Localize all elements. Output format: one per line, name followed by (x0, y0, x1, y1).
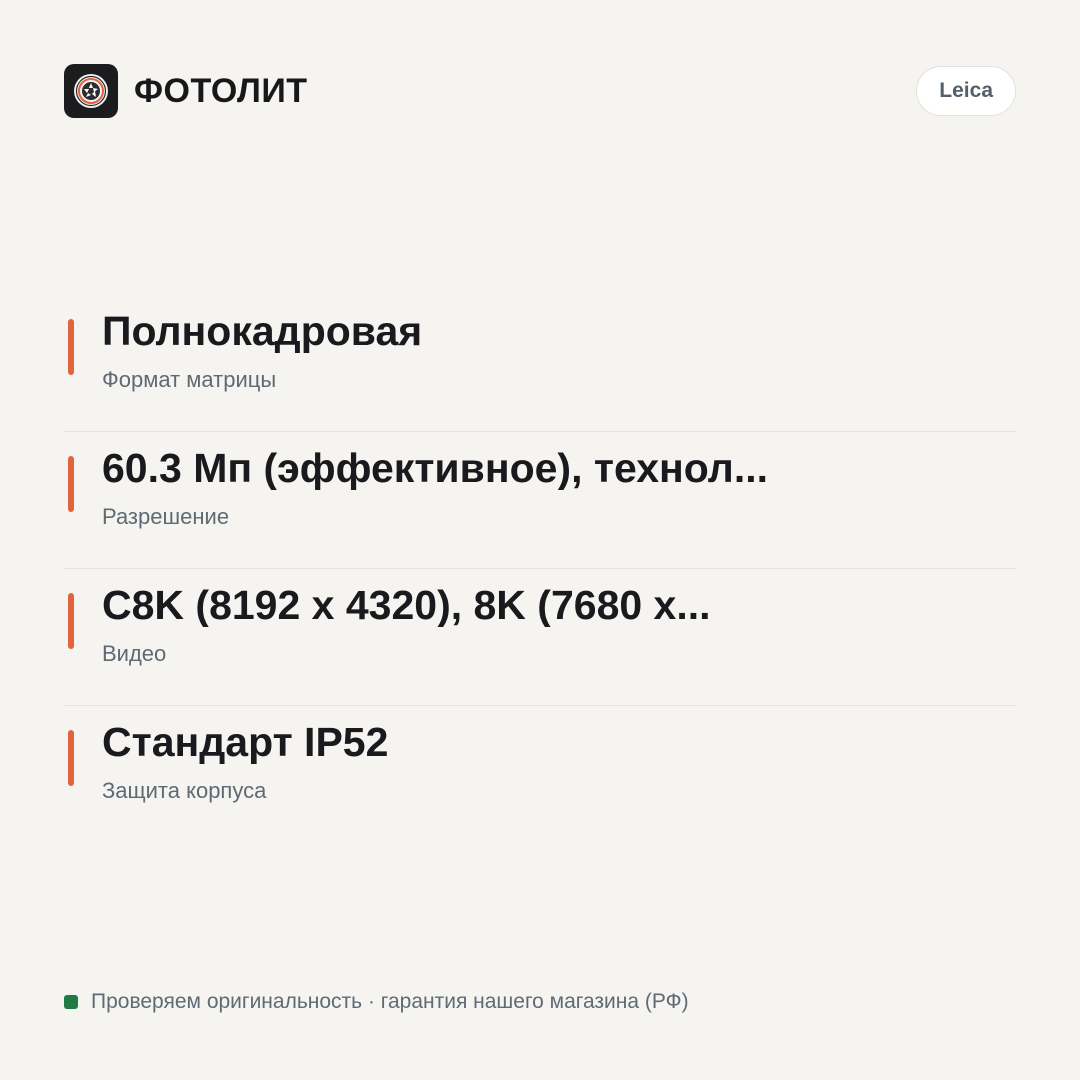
accent-bar (68, 730, 74, 786)
spec-value: Стандарт IP52 (102, 720, 389, 764)
camera-aperture-icon (64, 64, 118, 118)
accent-bar (68, 456, 74, 512)
brand-name: ФОТОЛИТ (134, 71, 308, 110)
spec-value: Полнокадровая (102, 309, 423, 353)
spec-label: Формат матрицы (102, 367, 277, 392)
brand-tag[interactable]: Leica (916, 66, 1016, 116)
spec-list: Полнокадровая Формат матрицы 60.3 Мп (эф… (64, 295, 1016, 843)
spec-item: C8K (8192 x 4320), 8K (7680 x... Видео (64, 569, 1016, 706)
status-dot-icon (64, 995, 78, 1009)
spec-item: 60.3 Мп (эффективное), технол... Разреше… (64, 432, 1016, 569)
spec-value: 60.3 Мп (эффективное), технол... (102, 446, 769, 490)
header: ФОТОЛИТ Leica (64, 64, 1016, 118)
spec-value: C8K (8192 x 4320), 8K (7680 x... (102, 583, 711, 627)
spec-label: Видео (102, 641, 167, 666)
guarantee-note: Проверяем оригинальность · гарантия наше… (64, 990, 689, 1014)
accent-bar (68, 593, 74, 649)
spec-label: Разрешение (102, 504, 230, 529)
brand[interactable]: ФОТОЛИТ (64, 64, 308, 118)
spec-item: Стандарт IP52 Защита корпуса (64, 706, 1016, 843)
spec-label: Защита корпуса (102, 778, 267, 803)
guarantee-text: Проверяем оригинальность · гарантия наше… (91, 990, 689, 1013)
spec-item: Полнокадровая Формат матрицы (64, 295, 1016, 432)
accent-bar (68, 319, 74, 375)
